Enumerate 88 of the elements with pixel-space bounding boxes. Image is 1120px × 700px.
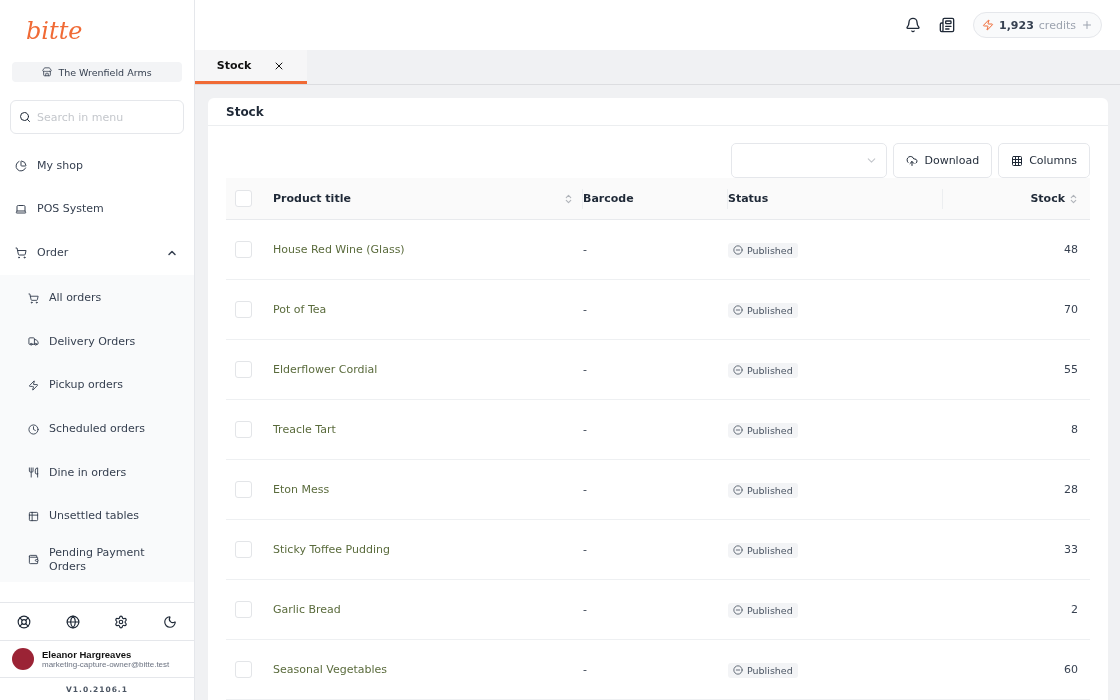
row-checkbox[interactable]	[235, 601, 252, 618]
barcode-cell-text: -	[583, 483, 588, 496]
columns-button[interactable]: Columns	[998, 143, 1090, 178]
settings-icon[interactable]	[114, 614, 129, 629]
cloud-icon	[906, 154, 919, 167]
status-badge: Published	[728, 482, 798, 498]
stock-cell-text: 55	[1063, 363, 1079, 376]
column-header[interactable]: Barcode	[583, 192, 634, 205]
submenu-item[interactable]: Dine in orders	[0, 450, 194, 495]
user-name: Eleanor Hargreaves	[42, 649, 133, 660]
help-icon[interactable]	[17, 614, 32, 629]
filter-dropdown[interactable]	[731, 143, 888, 178]
row-checkbox[interactable]	[235, 361, 252, 378]
menu-item[interactable]: Order	[0, 231, 194, 275]
menu-item[interactable]: My shop	[0, 144, 194, 188]
barcode-cell-text: -	[583, 423, 588, 436]
stock-cell-text: 28	[1063, 483, 1079, 496]
laptop-icon	[15, 203, 27, 216]
row-checkbox[interactable]	[235, 541, 252, 558]
lightning-icon	[28, 380, 39, 391]
user-avatar	[12, 648, 34, 670]
submenu-item[interactable]: All orders	[0, 276, 194, 321]
store-icon	[42, 67, 53, 77]
barcode-cell-text: -	[583, 303, 588, 316]
product-title[interactable]: Eton Mess	[273, 483, 583, 496]
barcode-cell-text: -	[583, 603, 588, 616]
status-badge: Published	[728, 242, 798, 258]
row-checkbox[interactable]	[235, 421, 252, 438]
status-badge: Published	[728, 542, 798, 558]
stock-cell-text: 33	[1063, 543, 1079, 556]
cart-icon	[15, 246, 27, 259]
barcode-cell-text: -	[583, 543, 588, 556]
row-checkbox[interactable]	[235, 661, 252, 678]
submenu-item[interactable]: Pending Payment Orders	[0, 538, 194, 582]
row-checkbox[interactable]	[235, 241, 252, 258]
utensils-icon	[28, 467, 39, 479]
row-checkbox[interactable]	[235, 481, 252, 498]
stock-cell-text: 48	[1063, 243, 1079, 256]
stock-cell-text: 70	[1063, 303, 1079, 316]
status-badge: Published	[728, 362, 798, 378]
column-header[interactable]: Status	[728, 192, 769, 205]
barcode-cell-text: -	[583, 363, 588, 376]
status-badge: Published	[728, 422, 798, 438]
select-all-checkbox[interactable]	[235, 190, 252, 207]
credits-button[interactable]: 1,923 credits	[973, 12, 1102, 38]
grid-icon	[1011, 154, 1024, 167]
user-email: marketing-capture-owner@bitte.test	[42, 660, 170, 669]
plus-icon	[1081, 19, 1093, 31]
pie-chart-icon	[15, 159, 27, 172]
bell-icon[interactable]	[905, 17, 921, 33]
tab[interactable]: Stock	[195, 50, 307, 84]
page-title: Stock	[208, 98, 1108, 126]
product-title[interactable]: Sticky Toffee Pudding	[273, 543, 583, 556]
submenu-item[interactable]: Scheduled orders	[0, 407, 194, 451]
product-title[interactable]: Treacle Tart	[273, 423, 583, 436]
table-icon	[28, 510, 39, 522]
row-checkbox[interactable]	[235, 301, 252, 318]
clock-icon	[28, 423, 39, 435]
bitte-logo: bitte	[25, 16, 84, 47]
moon-icon[interactable]	[162, 614, 177, 629]
barcode-cell-text: -	[583, 663, 588, 676]
status-badge: Published	[728, 302, 798, 318]
column-header[interactable]: Product title	[273, 192, 351, 205]
wallet-icon	[28, 554, 39, 566]
globe-icon[interactable]	[65, 614, 80, 629]
product-title[interactable]: Seasonal Vegetables	[273, 663, 583, 676]
lightning-icon	[982, 19, 994, 31]
menu-item[interactable]: POS System	[0, 187, 194, 231]
barcode-cell-text: -	[583, 243, 588, 256]
stock-cell-text: 60	[1063, 663, 1079, 676]
product-title[interactable]: Garlic Bread	[273, 603, 583, 616]
cart-icon	[28, 292, 39, 304]
submenu-item[interactable]: Pickup orders	[0, 363, 194, 408]
submenu-item[interactable]: Unsettled tables	[0, 494, 194, 539]
product-title[interactable]: Pot of Tea	[273, 303, 583, 316]
store-selector[interactable]: The Wrenfield Arms	[12, 62, 182, 82]
product-title[interactable]: Elderflower Cordial	[273, 363, 583, 376]
status-badge: Published	[728, 662, 798, 678]
stock-cell-text: 2	[1070, 603, 1079, 616]
stock-cell-text: 8	[1070, 423, 1079, 436]
submenu-item[interactable]: Delivery Orders	[0, 320, 194, 364]
truck-icon	[28, 336, 39, 348]
product-title[interactable]: House Red Wine (Glass)	[273, 243, 583, 256]
column-header[interactable]: Stock	[1030, 192, 1065, 205]
newspaper-icon[interactable]	[939, 17, 955, 33]
status-badge: Published	[728, 602, 798, 618]
download-button[interactable]: Download	[893, 143, 993, 178]
search-icon	[19, 111, 31, 123]
